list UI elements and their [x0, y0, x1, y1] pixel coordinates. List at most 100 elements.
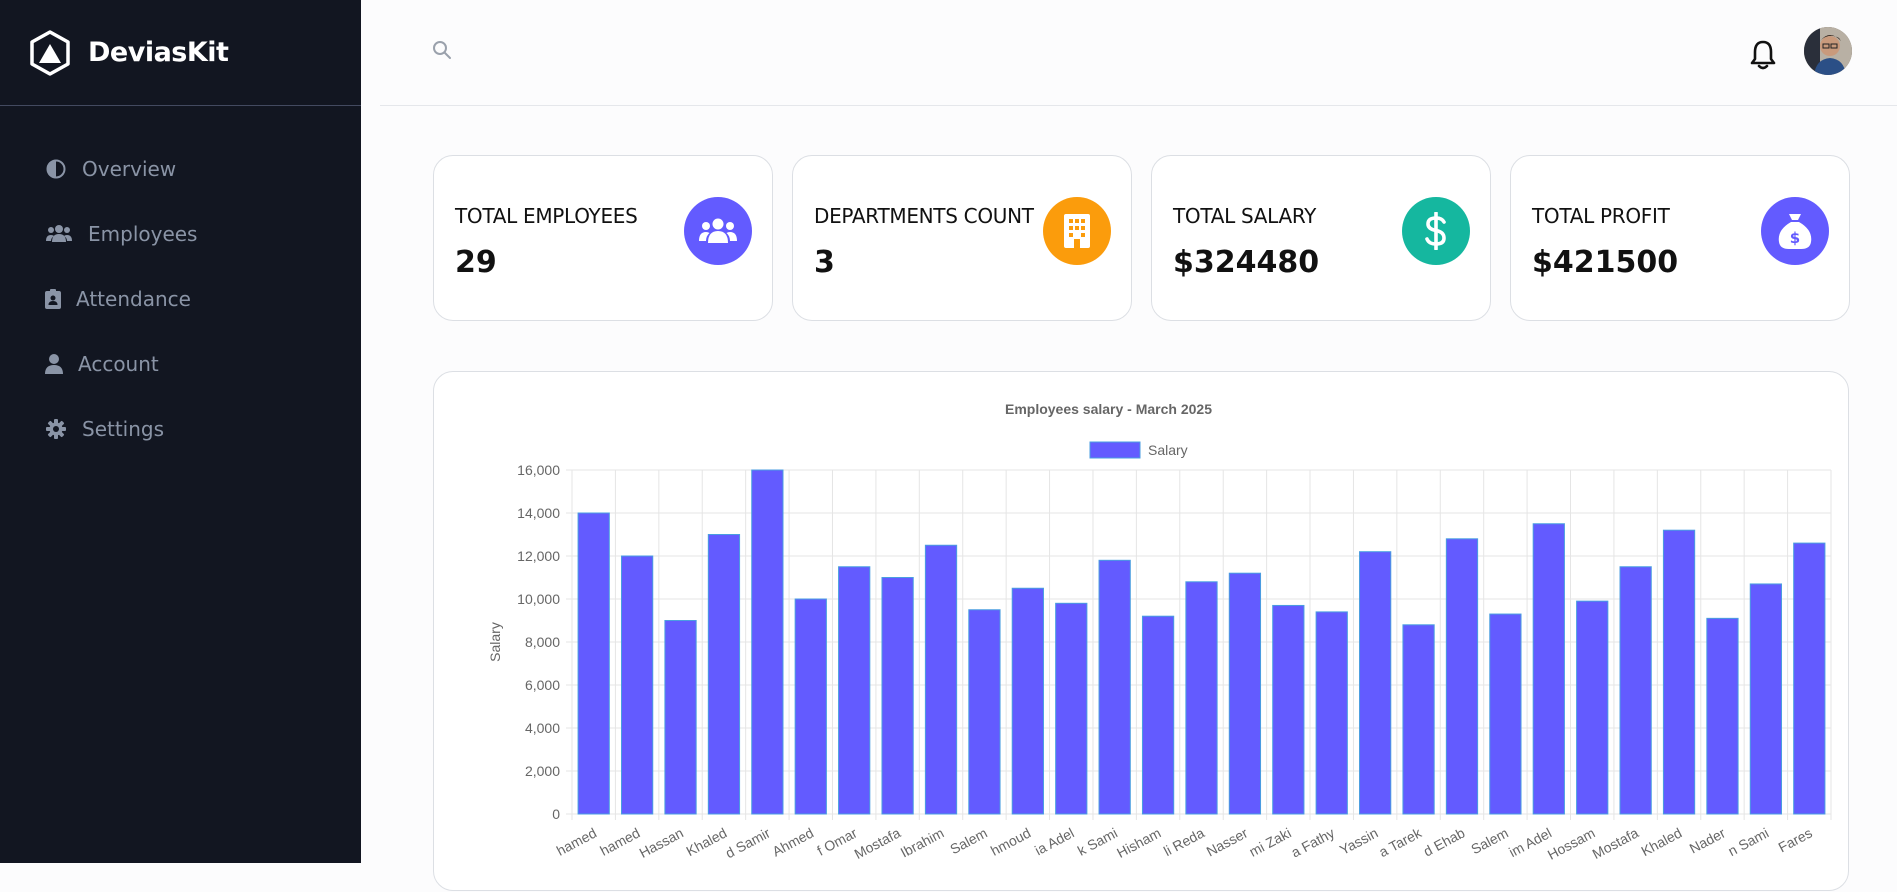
salary-bar	[968, 609, 1001, 815]
clipboard-icon	[44, 287, 62, 311]
sidebar-item-label: Overview	[82, 156, 177, 181]
y-axis-label: Salary	[487, 622, 503, 662]
bell-icon[interactable]	[1749, 39, 1777, 71]
x-tick-label: ia Adel	[1032, 825, 1077, 859]
svg-text:$: $	[1790, 229, 1800, 247]
half-circle-icon	[44, 157, 68, 181]
salary-bar	[794, 598, 827, 815]
user-icon	[44, 352, 64, 376]
x-tick-label: hmoud	[988, 825, 1033, 859]
salary-bar	[1619, 566, 1652, 815]
salary-bar	[751, 469, 784, 815]
salary-bar	[881, 577, 914, 815]
x-tick-label: mi Zaki	[1246, 825, 1293, 860]
salary-bar	[1793, 542, 1826, 815]
users-icon	[44, 222, 74, 246]
salary-bar	[577, 512, 610, 815]
salary-bar	[1662, 529, 1696, 815]
salary-bar	[620, 555, 654, 815]
salary-bar	[1185, 581, 1218, 815]
chart-title: Employees salary - March 2025	[1005, 401, 1212, 417]
sidebar-item-label: Attendance	[76, 286, 191, 311]
x-tick-label: Mostafa	[1590, 824, 1642, 862]
search-icon[interactable]	[432, 40, 452, 60]
y-tick-label: 0	[552, 806, 560, 822]
salary-bar	[1011, 587, 1044, 815]
brand-name: DeviasKit	[88, 37, 229, 68]
stat-cards: TOTAL EMPLOYEES 29 DEPARTMENTS COUNT 3 T…	[433, 155, 1850, 321]
brand[interactable]: DeviasKit	[0, 0, 361, 106]
x-tick-label: Mostafa	[852, 824, 904, 862]
card-label: TOTAL EMPLOYEES	[455, 204, 638, 228]
y-tick-label: 10,000	[517, 591, 560, 607]
stat-card-total-employees: TOTAL EMPLOYEES 29	[433, 155, 773, 321]
salary-bar	[1706, 617, 1739, 815]
y-tick-label: 12,000	[517, 548, 560, 564]
salary-chart-card: Employees salary - March 2025 Salary 0 2,00…	[433, 371, 1849, 891]
sidebar-item-attendance[interactable]: Attendance	[0, 266, 361, 331]
x-tick-label: a Fathy	[1288, 825, 1337, 861]
x-tick-label: d Ehab	[1421, 824, 1468, 859]
sidebar-item-account[interactable]: Account	[0, 331, 361, 396]
y-tick-label: 2,000	[525, 763, 560, 779]
sidebar-item-employees[interactable]: Employees	[0, 201, 361, 266]
x-tick-label: f Omar	[814, 824, 860, 858]
salary-bar	[664, 620, 697, 815]
x-tick-label: Hassan	[637, 825, 686, 861]
gear-icon	[44, 417, 68, 441]
x-tick-label: k Sami	[1075, 825, 1120, 859]
x-tick-label: Nader	[1687, 824, 1728, 856]
card-value: 3	[814, 245, 835, 280]
salary-bar	[1315, 611, 1348, 815]
sidebar-item-label: Settings	[82, 416, 165, 441]
avatar[interactable]	[1804, 27, 1852, 75]
x-tick-label: Salem	[1468, 825, 1511, 858]
salary-bar	[1576, 600, 1609, 815]
x-tick-label: Fares	[1776, 825, 1815, 856]
x-tick-label: Ahmed	[770, 825, 817, 860]
sidebar: DeviasKit Overview Employees Attendance …	[0, 0, 361, 863]
sidebar-item-label: Employees	[88, 221, 198, 246]
salary-bar	[1098, 559, 1131, 815]
x-tick-label: Khaled	[683, 825, 729, 860]
x-tick-label: n Sami	[1725, 825, 1771, 860]
card-label: TOTAL SALARY	[1173, 204, 1317, 228]
card-value: $324480	[1173, 245, 1320, 280]
salary-bar	[1359, 551, 1392, 815]
dollar-icon	[1402, 197, 1470, 265]
y-tick-label: 4,000	[525, 720, 560, 736]
legend-swatch	[1089, 441, 1141, 459]
card-label: TOTAL PROFIT	[1532, 204, 1670, 228]
salary-bar	[1228, 572, 1262, 815]
building-icon	[1043, 197, 1111, 265]
salary-bar	[1055, 602, 1088, 815]
x-tick-label: a Tarek	[1376, 824, 1425, 860]
y-tick-label: 8,000	[525, 634, 560, 650]
x-tick-label: Salem	[947, 825, 990, 858]
sidebar-nav: Overview Employees Attendance Account Se…	[0, 106, 361, 461]
salary-bar	[924, 544, 958, 815]
salary-bar	[707, 534, 741, 815]
y-tick-label: 14,000	[517, 505, 560, 521]
x-tick-label: Ibrahim	[898, 825, 947, 861]
x-tick-label: hamed	[597, 825, 642, 859]
users-icon	[684, 197, 752, 265]
x-tick-label: Nasser	[1204, 824, 1251, 859]
x-tick-label: hamed	[554, 825, 599, 859]
salary-bar	[1489, 613, 1522, 815]
sidebar-item-settings[interactable]: Settings	[0, 396, 361, 461]
salary-bar	[1272, 604, 1305, 815]
x-tick-label: li Reda	[1161, 824, 1207, 859]
money-bag-icon: $	[1761, 197, 1829, 265]
sidebar-item-overview[interactable]: Overview	[0, 136, 361, 201]
x-tick-label: Yassin	[1337, 825, 1381, 858]
card-value: 29	[455, 245, 497, 280]
salary-bar	[1445, 538, 1479, 815]
sidebar-item-label: Account	[78, 351, 159, 376]
salary-bar	[1402, 624, 1435, 815]
x-tick-label: Hossam	[1545, 825, 1598, 863]
salary-bar-chart: Employees salary - March 2025 Salary 0 2,00…	[487, 401, 1832, 863]
card-label: DEPARTMENTS COUNT	[814, 204, 1034, 228]
salary-bar	[1141, 615, 1175, 815]
top-bar	[380, 0, 1897, 106]
